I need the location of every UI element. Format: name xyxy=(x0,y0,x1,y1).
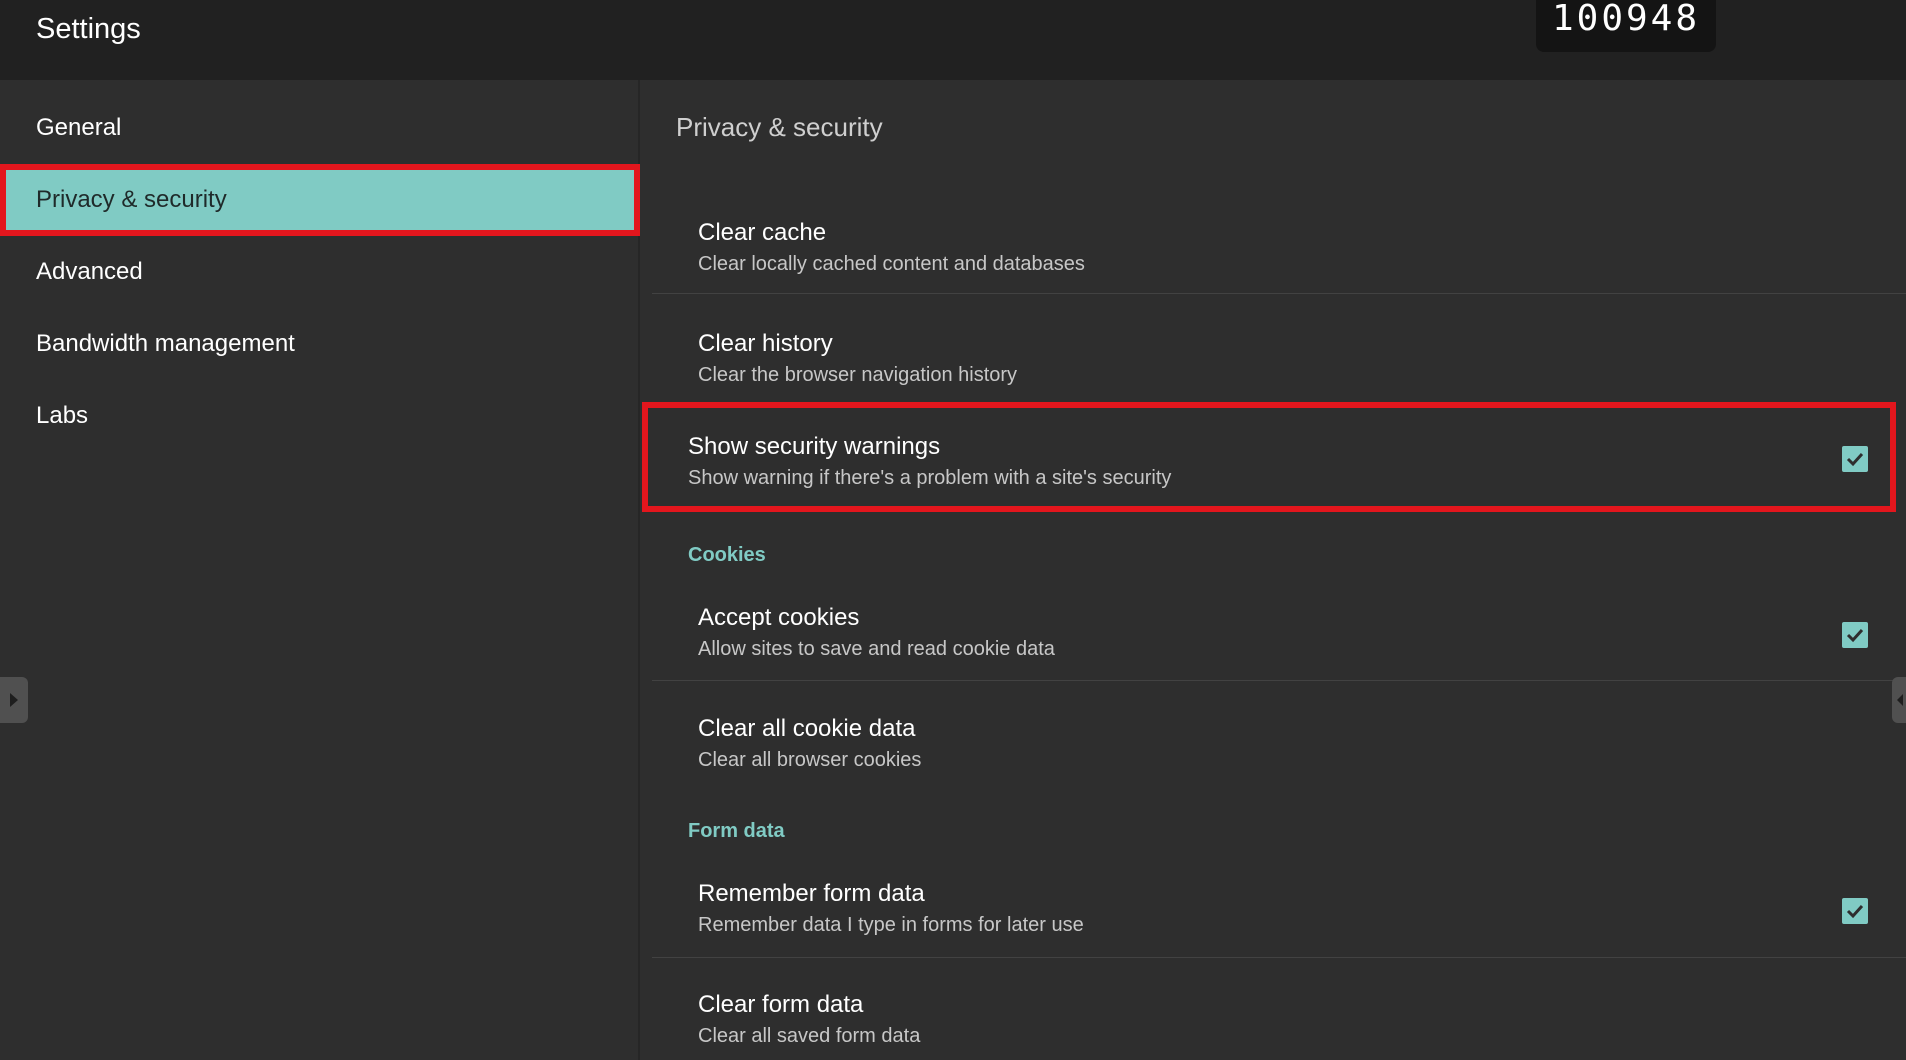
pref-summary: Clear all browser cookies xyxy=(698,749,922,771)
check-icon xyxy=(1846,452,1864,467)
divider xyxy=(652,957,1906,958)
pref-accept-cookies[interactable]: Accept cookies Allow sites to save and r… xyxy=(652,580,1906,690)
pref-summary: Clear all saved form data xyxy=(698,1025,921,1047)
pref-summary: Show warning if there's a problem with a… xyxy=(688,467,1172,489)
pref-title: Show security warnings xyxy=(688,433,941,460)
sidebar-item-label: Advanced xyxy=(36,258,143,285)
sidebar-item-advanced[interactable]: Advanced xyxy=(0,236,640,308)
pref-remember-form-data[interactable]: Remember form data Remember data I type … xyxy=(652,856,1906,966)
sidebar-item-label: Labs xyxy=(36,402,89,429)
pref-show-security-warnings[interactable]: Show security warnings Show warning if t… xyxy=(642,402,1896,512)
sidebar-item-general[interactable]: General xyxy=(0,92,640,164)
remember-form-data-checkbox[interactable] xyxy=(1842,898,1868,924)
left-edge-handle[interactable] xyxy=(0,677,28,723)
sidebar-item-labs[interactable]: Labs xyxy=(0,380,640,452)
preferences-panel: Privacy & security Clear cache Clear loc… xyxy=(642,80,1906,1060)
arrow-right-icon xyxy=(10,693,18,707)
app-bar: Settings 100948 xyxy=(0,0,1906,80)
pref-title: Clear all cookie data xyxy=(698,715,916,742)
pref-title: Clear history xyxy=(698,330,833,357)
counter-badge: 100948 xyxy=(1536,0,1716,52)
pref-clear-all-cookie-data[interactable]: Clear all cookie data Clear all browser … xyxy=(652,691,1906,801)
category-cookies: Cookies xyxy=(688,544,766,566)
pref-title: Remember form data xyxy=(698,880,925,907)
pref-title: Clear form data xyxy=(698,991,864,1018)
sidebar-item-label: General xyxy=(36,114,122,141)
settings-sidebar: General Privacy & security Advanced Band… xyxy=(0,80,640,1060)
sidebar-item-label: Bandwidth management xyxy=(36,330,295,357)
pref-clear-cache[interactable]: Clear cache Clear locally cached content… xyxy=(652,195,1906,305)
right-edge-handle[interactable] xyxy=(1892,677,1906,723)
pref-summary: Clear the browser navigation history xyxy=(698,364,1018,386)
accept-cookies-checkbox[interactable] xyxy=(1842,622,1868,648)
divider xyxy=(652,680,1906,681)
category-form-data: Form data xyxy=(688,820,785,842)
pref-summary: Remember data I type in forms for later … xyxy=(698,914,1084,936)
pref-clear-form-data[interactable]: Clear form data Clear all saved form dat… xyxy=(652,967,1906,1060)
app-title: Settings xyxy=(36,13,141,45)
check-icon xyxy=(1846,904,1864,919)
pref-clear-history[interactable]: Clear history Clear the browser navigati… xyxy=(652,306,1906,416)
sidebar-item-label: Privacy & security xyxy=(36,186,227,213)
pref-title: Clear cache xyxy=(698,219,827,246)
check-icon xyxy=(1846,628,1864,643)
divider xyxy=(652,293,1906,294)
sidebar-item-privacy-security[interactable]: Privacy & security xyxy=(0,164,640,236)
security-warnings-checkbox[interactable] xyxy=(1842,446,1868,472)
pref-summary: Clear locally cached content and databas… xyxy=(698,253,1085,275)
sidebar-item-bandwidth-management[interactable]: Bandwidth management xyxy=(0,308,640,380)
pref-summary: Allow sites to save and read cookie data xyxy=(698,638,1055,660)
page-title: Privacy & security xyxy=(676,112,883,142)
pref-title: Accept cookies xyxy=(698,604,860,631)
arrow-left-icon xyxy=(1897,694,1903,706)
